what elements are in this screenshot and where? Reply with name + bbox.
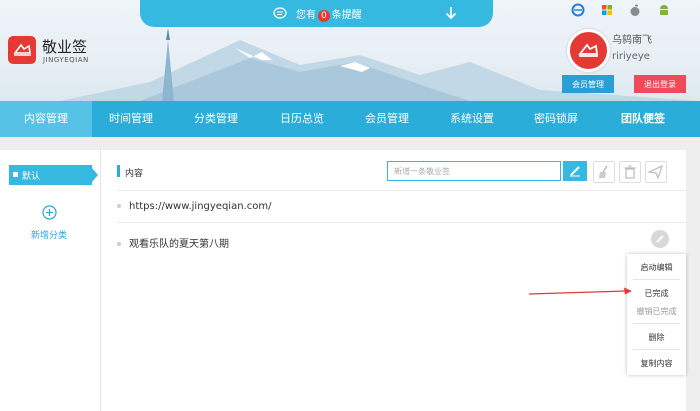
logout-button[interactable]: 退出登录 — [634, 75, 686, 93]
annotation-arrow — [528, 287, 632, 295]
nav-item-settings[interactable]: 系统设置 — [432, 101, 512, 137]
nav-item-time[interactable]: 时间管理 — [92, 101, 170, 137]
clear-button[interactable] — [593, 161, 615, 183]
sidebar-divider — [100, 150, 101, 411]
notification-suffix: 条提醒 — [331, 10, 362, 21]
arrow-down-icon[interactable] — [445, 6, 457, 20]
list-item[interactable]: https://www.jingyeqian.com/ — [117, 201, 271, 212]
message-bubble-icon — [273, 7, 287, 19]
nav-item-calendar[interactable]: 日历总览 — [262, 101, 342, 137]
menu-item-delete[interactable]: 删除 — [627, 332, 686, 343]
add-circle-icon[interactable] — [42, 205, 57, 220]
bullet — [117, 204, 121, 208]
sidebar-pointer — [92, 168, 98, 182]
menu-item-copy[interactable]: 复制内容 — [627, 358, 686, 369]
logo-icon — [8, 36, 36, 64]
write-button[interactable] — [563, 161, 587, 181]
nav-item-members[interactable]: 会员管理 — [342, 101, 432, 137]
pencil-icon — [656, 235, 664, 243]
send-button[interactable] — [645, 161, 667, 183]
notification-prefix: 您有 — [296, 10, 316, 21]
menu-divider — [633, 323, 680, 324]
menu-item-edit[interactable]: 启动编辑 — [627, 262, 686, 273]
main-nav: 内容管理 时间管理 分类管理 日历总览 会员管理 系统设置 密码锁屏 团队便签 — [0, 101, 700, 137]
menu-item-undo-completed[interactable]: 撤销已完成 — [627, 306, 686, 317]
member-management-button[interactable]: 会员管理 — [562, 75, 614, 93]
paper-plane-icon — [646, 164, 664, 180]
avatar[interactable] — [567, 29, 610, 72]
menu-item-completed[interactable]: 已完成 — [627, 288, 686, 299]
nav-item-team[interactable]: 团队便签 — [600, 101, 686, 137]
user-name: 乌鸫南飞 — [612, 35, 652, 46]
section-accent — [117, 165, 120, 177]
notification-bar[interactable]: 您有 0 条提醒 — [140, 0, 493, 27]
list-item[interactable]: 观看乐队的夏天第八期 — [117, 235, 229, 250]
apple-icon[interactable] — [628, 3, 642, 17]
sidebar-item-label: 默认 — [22, 172, 41, 182]
section-title: 内容 — [125, 169, 144, 179]
add-category-link[interactable]: 新增分类 — [31, 228, 67, 241]
divider — [117, 190, 686, 191]
user-id: ririyeye — [612, 51, 650, 62]
context-menu: 启动编辑 已完成 撤销已完成 删除 复制内容 — [627, 254, 686, 375]
divider — [117, 222, 686, 223]
nav-item-lock[interactable]: 密码锁屏 — [512, 101, 600, 137]
menu-divider — [633, 349, 680, 350]
new-note-input[interactable] — [387, 161, 561, 181]
trash-icon — [624, 165, 636, 179]
menu-divider — [633, 279, 680, 280]
pen-icon — [570, 166, 580, 177]
ie-icon[interactable] — [571, 3, 585, 17]
broom-icon — [599, 165, 608, 178]
category-marker-icon — [13, 172, 18, 177]
android-icon[interactable] — [657, 3, 671, 17]
note-text: 观看乐队的夏天第八期 — [129, 239, 229, 250]
notification-text: 您有 0 条提醒 — [296, 6, 362, 22]
bullet — [117, 242, 121, 246]
trash-button[interactable] — [619, 161, 641, 183]
logo-pinyin: JINGYEQIAN — [43, 56, 89, 64]
edit-note-button[interactable] — [651, 230, 669, 248]
notification-count-badge: 0 — [318, 10, 330, 22]
nav-item-category[interactable]: 分类管理 — [170, 101, 262, 137]
logo-name: 敬业签 — [42, 38, 88, 56]
windows-icon[interactable] — [600, 3, 614, 17]
sidebar-item-default[interactable]: 默认 — [9, 165, 98, 185]
nav-item-content[interactable]: 内容管理 — [0, 101, 92, 137]
note-text: https://www.jingyeqian.com/ — [129, 201, 272, 212]
